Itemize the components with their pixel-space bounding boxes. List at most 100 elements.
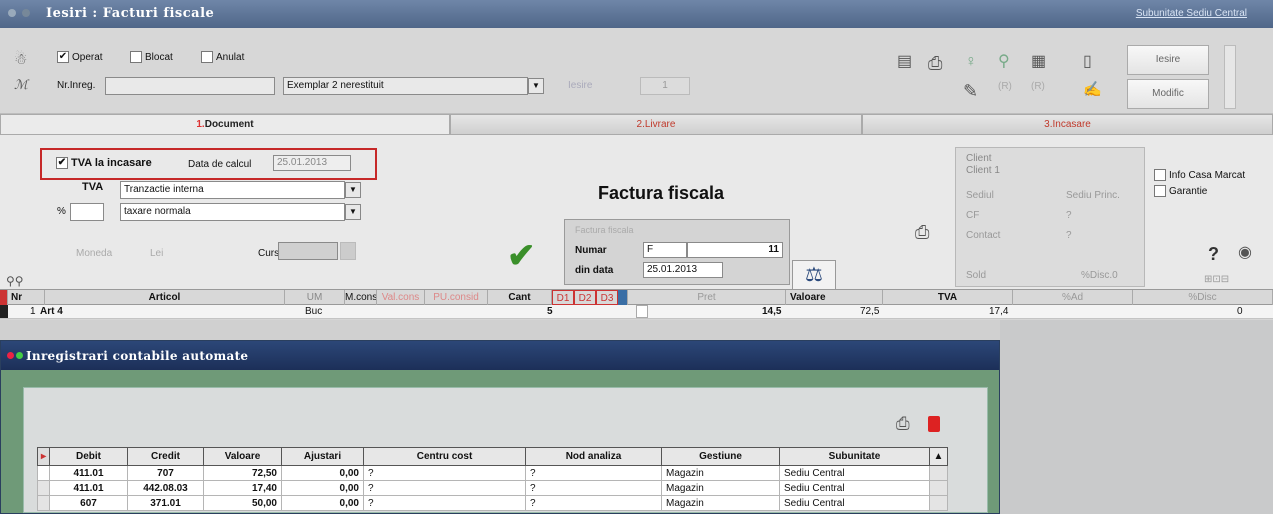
cell-valoare: 72,50: [203, 465, 282, 481]
col-ajustari[interactable]: Ajustari: [281, 447, 364, 466]
folder-icon[interactable]: ▦: [1031, 54, 1046, 70]
scrollbar-track[interactable]: [929, 495, 948, 511]
subunit-link[interactable]: Subunitate Sediu Central: [1136, 8, 1247, 19]
col-ad[interactable]: %Ad: [1013, 290, 1133, 305]
cell-articol[interactable]: Art 4: [40, 305, 63, 318]
tab-incasare[interactable]: 3.Incasare: [862, 114, 1273, 134]
tva-select[interactable]: Tranzactie interna: [120, 181, 345, 199]
expand-icon[interactable]: [618, 290, 628, 305]
col-um[interactable]: UM: [285, 290, 345, 305]
row-marker-icon: [0, 290, 8, 305]
cell-cant[interactable]: 5: [547, 305, 553, 318]
chevron-down-icon[interactable]: ▼: [345, 182, 361, 198]
chevron-down-icon[interactable]: ▼: [345, 204, 361, 220]
col-nod-analiza[interactable]: Nod analiza: [525, 447, 662, 466]
table-row[interactable]: 607 371.01 50,00 0,00 ? ? Magazin Sediu …: [37, 495, 948, 511]
taxare-select[interactable]: taxare normala: [120, 203, 345, 221]
data-input[interactable]: 25.01.2013: [643, 262, 723, 278]
col-nr[interactable]: Nr: [8, 290, 45, 305]
table-row[interactable]: 1 Art 4 Buc 5 14,5 72,5 17,4 0: [0, 305, 1273, 319]
delete-icon[interactable]: [928, 416, 940, 432]
scroll-up-icon[interactable]: ▲: [929, 447, 948, 466]
row-selector-icon[interactable]: [37, 465, 50, 481]
printer-icon[interactable]: ⎙: [896, 415, 910, 432]
pct-label: %: [57, 206, 66, 217]
print-icon[interactable]: ⎙: [915, 223, 929, 241]
app-window: Iesiri : Facturi fiscale Subunitate Sedi…: [0, 0, 1273, 514]
blocat-checkbox[interactable]: Blocat: [130, 51, 173, 63]
bulb-icon[interactable]: ♀: [965, 54, 977, 70]
cell-input[interactable]: [636, 305, 648, 318]
document-icon[interactable]: ▤: [897, 54, 912, 70]
row-selector-cell[interactable]: [37, 495, 50, 511]
anulat-checkbox[interactable]: Anulat: [201, 51, 244, 63]
cell-valoare: 72,5: [860, 306, 880, 317]
tab-document[interactable]: 1.Document: [0, 114, 450, 134]
chevron-down-icon[interactable]: ▼: [528, 78, 544, 94]
col-pret[interactable]: Pret: [628, 290, 786, 305]
data-calcul-input[interactable]: 25.01.2013: [273, 155, 351, 171]
close-dot-icon[interactable]: [7, 352, 14, 359]
add-remove-icons[interactable]: ⊞⊡⊟: [1204, 275, 1229, 285]
col-d2[interactable]: D2: [574, 290, 596, 305]
info-casa-checkbox[interactable]: Info Casa Marcat: [1154, 169, 1245, 181]
globe-icon[interactable]: ◉: [1238, 245, 1252, 261]
curs-button[interactable]: [340, 242, 356, 260]
col-valoare[interactable]: Valoare: [203, 447, 282, 466]
row-selector-icon[interactable]: [0, 305, 8, 318]
edit-note-icon[interactable]: ✎: [963, 82, 978, 100]
col-debit[interactable]: Debit: [49, 447, 128, 466]
iesire-button[interactable]: Iesire: [1127, 45, 1209, 75]
numar-input[interactable]: 11: [687, 242, 783, 258]
exemplar-select[interactable]: Exemplar 2 nerestituit: [283, 77, 528, 95]
network-icon[interactable]: ⚲: [998, 54, 1010, 70]
mobile-icon[interactable]: ▯: [1083, 54, 1092, 70]
pct-input[interactable]: [70, 203, 104, 221]
cell-valoare: 17,40: [203, 480, 282, 496]
printer-icon[interactable]: ⎙: [928, 54, 942, 72]
sign-pen-icon[interactable]: ✍: [1083, 82, 1102, 97]
discount-label: %Disc.0: [1081, 270, 1118, 281]
col-articol[interactable]: Articol: [45, 290, 285, 305]
client-name[interactable]: Client 1: [966, 165, 1000, 176]
col-subunitate[interactable]: Subunitate: [779, 447, 930, 466]
scrollbar-track[interactable]: [929, 465, 948, 481]
signature-icon[interactable]: ℳ: [14, 78, 28, 91]
dialog-title-bar: Inregistrari contabile automate: [1, 341, 999, 370]
person-icon[interactable]: ☃: [14, 52, 27, 67]
col-valcons[interactable]: Val.cons: [377, 290, 425, 305]
col-puconsid[interactable]: PU.consid: [425, 290, 488, 305]
nr-inreg-input[interactable]: [105, 77, 275, 95]
col-tva[interactable]: TVA: [883, 290, 1013, 305]
window-menu-icon[interactable]: [8, 9, 16, 17]
tab-livrare[interactable]: 2.Livrare: [450, 114, 862, 134]
button-scroll[interactable]: [1224, 45, 1236, 109]
col-d1[interactable]: D1: [552, 290, 574, 305]
numar-prefix-input[interactable]: F: [643, 242, 687, 258]
modific-button[interactable]: Modific: [1127, 79, 1209, 109]
scrollbar-track[interactable]: [929, 480, 948, 496]
col-cant[interactable]: Cant: [488, 290, 552, 305]
row-selector-cell[interactable]: [37, 480, 50, 496]
col-mcons[interactable]: M.cons: [345, 290, 377, 305]
garantie-checkbox[interactable]: Garantie: [1154, 185, 1207, 197]
balance-button[interactable]: ⚖: [792, 260, 836, 290]
col-gestiune[interactable]: Gestiune: [661, 447, 780, 466]
curs-input[interactable]: [278, 242, 338, 260]
checkmark-icon[interactable]: ✔: [507, 239, 536, 273]
tva-incasare-label: TVA la incasare: [71, 157, 152, 169]
table-row[interactable]: 411.01 442.08.03 17,40 0,00 ? ? Magazin …: [37, 480, 948, 496]
help-icon[interactable]: ?: [1208, 245, 1219, 263]
window-pin-icon[interactable]: [22, 9, 30, 17]
col-credit[interactable]: Credit: [127, 447, 204, 466]
col-d3[interactable]: D3: [596, 290, 618, 305]
tab-strip: 1.Document 2.Livrare 3.Incasare: [0, 114, 1273, 134]
operat-checkbox[interactable]: ✔ Operat: [57, 51, 103, 63]
tva-incasare-checkbox[interactable]: ✔ TVA la incasare: [56, 157, 152, 169]
max-dot-icon[interactable]: [16, 352, 23, 359]
zoom-icon[interactable]: ⚲⚲: [6, 275, 24, 287]
col-disc[interactable]: %Disc: [1133, 290, 1273, 305]
col-centru-cost[interactable]: Centru cost: [363, 447, 526, 466]
table-row[interactable]: 411.01 707 72,50 0,00 ? ? Magazin Sediu …: [37, 465, 948, 481]
col-valoare[interactable]: Valoare: [786, 290, 883, 305]
